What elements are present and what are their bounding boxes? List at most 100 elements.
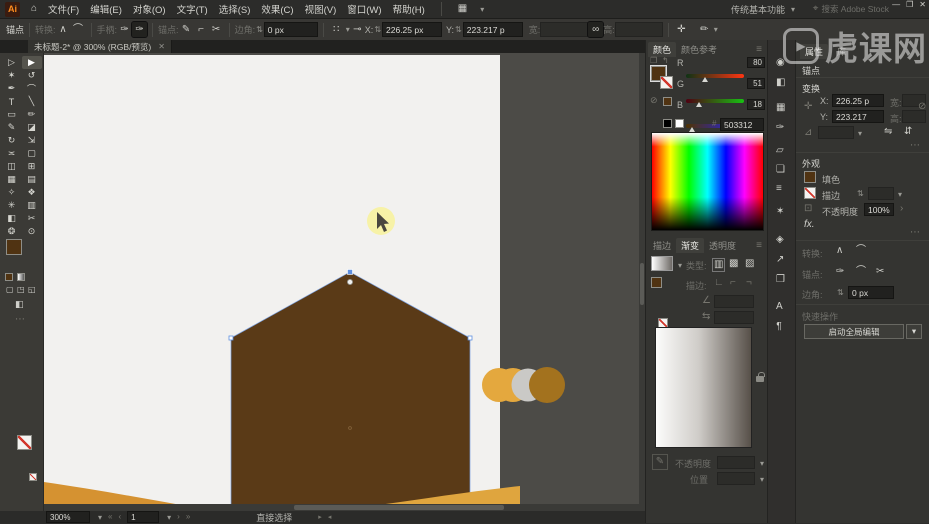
rectangle-tool[interactable]: ▭ xyxy=(2,108,22,121)
column-graph-tool[interactable]: ▥ xyxy=(22,199,42,212)
menu-effect[interactable]: 效果(C) xyxy=(261,2,293,16)
scroll-left-icon[interactable]: ◂ xyxy=(328,514,332,521)
symbol-sprayer-tool[interactable]: ✳ xyxy=(2,199,22,212)
opacity-options-arrow[interactable]: › xyxy=(900,204,903,214)
horizontal-scrollbar-thumb[interactable] xyxy=(294,505,504,510)
width-tool[interactable]: ≍ xyxy=(2,147,22,160)
anchor-point-right[interactable] xyxy=(468,336,472,340)
x-field[interactable]: 226.25 px xyxy=(382,22,442,37)
global-edit-button[interactable]: 启动全局编辑 xyxy=(804,324,904,339)
last-color-swatch[interactable] xyxy=(663,97,672,106)
hand-tool[interactable]: ❂ xyxy=(2,225,22,238)
convert-corner-icon[interactable]: ∧ xyxy=(56,22,71,37)
g-slider-handle[interactable] xyxy=(696,102,702,107)
gradient-mode-button[interactable] xyxy=(17,273,25,281)
free-transform-tool[interactable]: ▢ xyxy=(22,147,42,160)
magic-wand-tool[interactable]: ✶ xyxy=(2,69,22,82)
menu-window[interactable]: 窗口(W) xyxy=(347,2,381,16)
chevron-down-icon[interactable]: ▾ xyxy=(98,513,102,522)
shape-builder-tool[interactable]: ◫ xyxy=(2,160,22,173)
convert-smooth-icon[interactable]: ⌒ xyxy=(856,246,866,256)
paintbrush-tool[interactable]: ✏ xyxy=(22,108,42,121)
close-tab-icon[interactable]: ✕ xyxy=(158,42,165,51)
gradient-thumbnail[interactable] xyxy=(651,256,673,271)
tab-color-guide[interactable]: 颜色参考 xyxy=(676,42,722,57)
transform-icon[interactable]: ▱ xyxy=(776,146,784,156)
b-value-field[interactable]: 18 xyxy=(747,99,765,110)
fill-color-swatch[interactable] xyxy=(6,239,22,255)
document-tab[interactable]: 未标题-2* @ 300% (RGB/预览) ✕ xyxy=(28,40,172,53)
fx-button[interactable]: fx. xyxy=(804,220,815,230)
lock-icon[interactable] xyxy=(756,376,764,382)
draw-normal-icon[interactable]: ▢ xyxy=(6,286,14,294)
panel-menu-icon[interactable]: ≡ xyxy=(756,241,766,251)
anchor-handle-dot[interactable] xyxy=(347,279,352,284)
menu-view[interactable]: 视图(V) xyxy=(305,2,337,16)
more-options-icon[interactable]: ⋯ xyxy=(910,141,920,151)
reset-colors-icon[interactable]: ❒ xyxy=(650,57,657,65)
close-button[interactable]: ✕ xyxy=(919,1,926,9)
gradient-preview[interactable] xyxy=(655,327,752,448)
chevron-down-icon[interactable]: ▾ xyxy=(678,261,682,270)
horizontal-scrollbar[interactable] xyxy=(44,504,639,511)
r-value-field[interactable]: 80 xyxy=(747,57,765,68)
navigator-icon[interactable]: ◉ xyxy=(776,58,785,68)
corner-radius-field[interactable]: 0 px xyxy=(848,286,894,299)
paragraph-icon[interactable]: ¶ xyxy=(776,322,781,332)
mesh-tool[interactable]: ▦ xyxy=(2,173,22,186)
pathfinder-icon[interactable]: ❏ xyxy=(776,165,785,175)
tab-transparency[interactable]: 透明度 xyxy=(704,238,741,253)
corner-field[interactable]: 0 px xyxy=(264,22,318,37)
stock-search[interactable]: ⌖ 搜索 Adobe Stock xyxy=(813,3,889,15)
flip-vertical-icon[interactable]: ⇵ xyxy=(904,127,912,137)
menu-help[interactable]: 帮助(H) xyxy=(393,2,425,16)
hide-handles-icon[interactable]: ✑ xyxy=(117,22,132,37)
stroke-icon[interactable]: ≡ xyxy=(776,184,782,194)
perspective-grid-tool[interactable]: ⊞ xyxy=(22,160,42,173)
menu-select[interactable]: 选择(S) xyxy=(219,2,251,16)
add-anchor-icon[interactable]: ✎ xyxy=(179,22,194,37)
tab-color[interactable]: 颜色 xyxy=(648,42,676,57)
menu-file[interactable]: 文件(F) xyxy=(48,2,79,16)
freeform-gradient-icon[interactable]: ▨ xyxy=(744,258,755,270)
brushes-icon[interactable]: ✑ xyxy=(776,123,784,133)
asset-export-icon[interactable]: ↗ xyxy=(776,255,784,265)
none-color-icon[interactable]: ⊘ xyxy=(650,96,658,105)
flip-horizontal-icon[interactable]: ⇋ xyxy=(884,127,892,137)
black-swatch[interactable] xyxy=(663,119,672,128)
next-artboard-icon[interactable]: › xyxy=(177,513,180,521)
eyedropper-tool[interactable]: ✧ xyxy=(2,186,22,199)
tab-stroke[interactable]: 描边 xyxy=(648,238,676,253)
last-artboard-icon[interactable]: » xyxy=(186,513,190,521)
vertical-scrollbar-thumb[interactable] xyxy=(640,263,644,305)
edit-gradient-button[interactable]: ✎ xyxy=(652,454,668,470)
stroke-color-swatch[interactable] xyxy=(804,187,816,199)
linear-gradient-icon[interactable]: ▥ xyxy=(712,258,725,272)
height-field[interactable] xyxy=(615,22,663,37)
hex-field[interactable]: 503312 xyxy=(720,118,764,131)
stroke-across-icon[interactable]: ¬ xyxy=(746,278,752,288)
stepper-icon[interactable]: ⇅ xyxy=(837,288,844,297)
screen-mode-icon[interactable]: ◧ xyxy=(15,300,24,309)
reference-point-icon[interactable]: ✛ xyxy=(804,102,812,112)
chevron-down-icon[interactable]: ▾ xyxy=(898,190,902,199)
gradient-location-field[interactable] xyxy=(717,472,755,485)
maximize-button[interactable]: ❐ xyxy=(906,1,913,9)
swap-colors-icon[interactable]: ↰ xyxy=(662,57,669,65)
shape-properties-icon[interactable]: ✏ xyxy=(697,22,712,37)
stroke-weight-field[interactable] xyxy=(868,187,894,200)
broken-link-icon[interactable]: ⊘ xyxy=(918,102,926,112)
stroke-color-swatch[interactable] xyxy=(17,435,32,450)
artboard-number-field[interactable]: 1 xyxy=(127,511,159,523)
width-field[interactable] xyxy=(540,22,588,37)
app-logo-icon[interactable]: Ai xyxy=(5,2,20,17)
add-anchor-icon[interactable]: ✑ xyxy=(836,267,844,277)
selection-tool[interactable]: ▷ xyxy=(2,56,22,69)
menu-edit[interactable]: 编辑(E) xyxy=(90,2,122,16)
convert-corner-icon[interactable]: ∧ xyxy=(836,246,843,256)
stepper-icon[interactable]: ⇅ xyxy=(857,189,864,198)
tab-libraries[interactable]: 库 xyxy=(832,44,851,59)
lasso-tool[interactable]: ↺ xyxy=(22,69,42,82)
edit-toolbar-icon[interactable]: ⋯ xyxy=(15,315,25,325)
stroke-along-icon[interactable]: ⌐ xyxy=(730,278,736,288)
